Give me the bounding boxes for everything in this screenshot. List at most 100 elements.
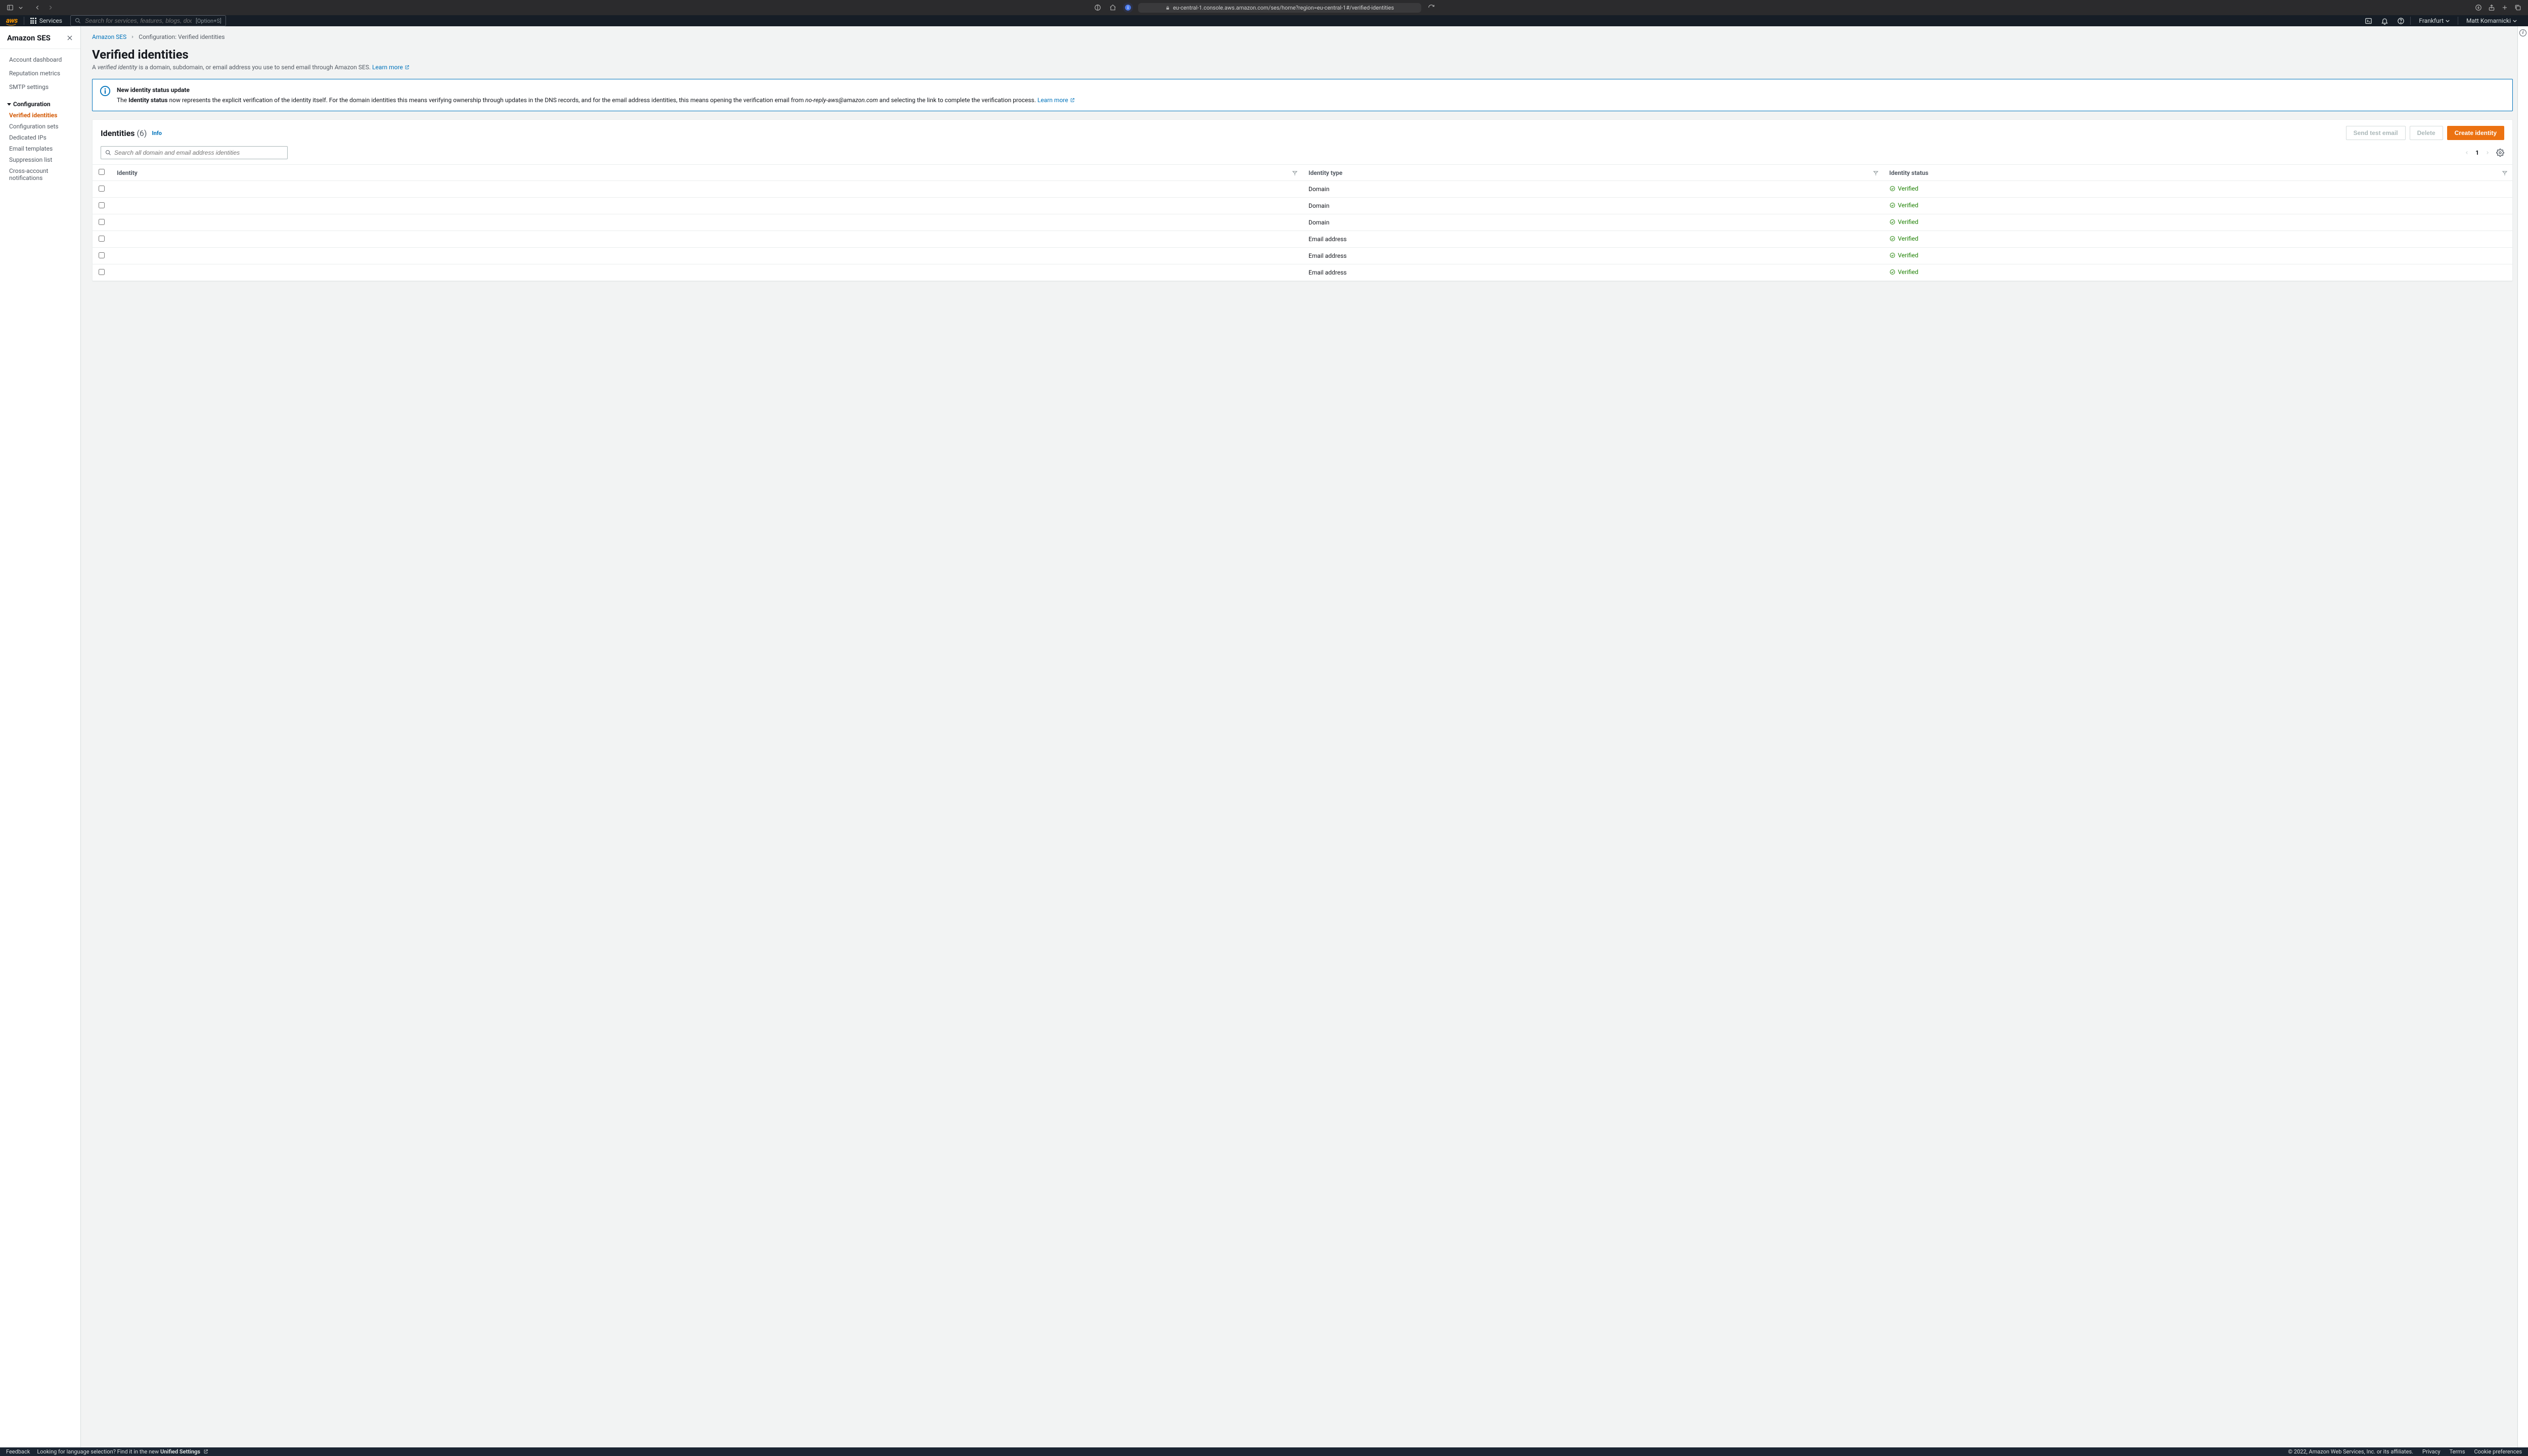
delete-button[interactable]: Delete: [2410, 126, 2443, 140]
check-circle-icon: [1889, 202, 1895, 208]
cell-identity-status: Verified: [1883, 231, 2512, 248]
global-search-input[interactable]: [85, 17, 192, 24]
tabs-icon[interactable]: [2513, 3, 2523, 13]
filter-icon: [2502, 170, 2507, 175]
sidenav-group-configuration[interactable]: Configuration: [0, 98, 80, 110]
url-bar[interactable]: eu-central-1.console.aws.amazon.com/ses/…: [1138, 3, 1421, 13]
grid-icon: [30, 18, 36, 24]
sidenav-item-verified-identities[interactable]: Verified identities: [0, 110, 80, 121]
cell-identity: [111, 181, 1302, 198]
unified-settings-link[interactable]: Unified Settings: [160, 1448, 208, 1455]
breadcrumb-root[interactable]: Amazon SES: [92, 33, 126, 40]
create-identity-button[interactable]: Create identity: [2447, 126, 2504, 140]
share-icon[interactable]: [2487, 3, 2497, 13]
help-panel-toggle[interactable]: i: [2519, 29, 2526, 36]
nav-forward-icon[interactable]: [46, 3, 56, 13]
sidenav-item-smtp-settings[interactable]: SMTP settings: [0, 80, 80, 94]
sidenav-item-suppression-list[interactable]: Suppression list: [0, 154, 80, 165]
select-all-checkbox[interactable]: [99, 169, 105, 175]
table-row[interactable]: DomainVerified: [93, 198, 2512, 214]
row-checkbox[interactable]: [99, 202, 105, 208]
card-count: (6): [137, 128, 147, 138]
table-row[interactable]: DomainVerified: [93, 214, 2512, 231]
table-row[interactable]: Email addressVerified: [93, 231, 2512, 248]
cell-identity-type: Domain: [1302, 181, 1883, 198]
notifications-icon[interactable]: [2378, 15, 2391, 26]
home-icon[interactable]: [1108, 3, 1118, 13]
account-menu[interactable]: Matt Komarnicki: [2461, 15, 2522, 26]
reload-icon[interactable]: [1426, 3, 1436, 13]
close-icon[interactable]: [66, 34, 73, 41]
pagination: 1: [2462, 148, 2504, 157]
help-icon[interactable]: [2394, 15, 2407, 26]
cell-identity-type: Email address: [1302, 248, 1883, 264]
new-tab-icon[interactable]: [2500, 3, 2510, 13]
table-search[interactable]: [101, 146, 288, 159]
table-search-input[interactable]: [114, 149, 283, 156]
footer: Feedback Looking for language selection?…: [0, 1447, 2528, 1456]
downloads-icon[interactable]: [2473, 3, 2484, 13]
card-title: Identities (6): [101, 128, 147, 138]
table-settings-button[interactable]: [2496, 149, 2504, 157]
table-row[interactable]: Email addressVerified: [93, 264, 2512, 281]
site-info-icon[interactable]: [1123, 3, 1133, 13]
cell-identity: [111, 231, 1302, 248]
sidenav-item-cross-account[interactable]: Cross-account notifications: [0, 165, 80, 184]
info-link[interactable]: Info: [152, 130, 162, 136]
banner-learn-more-link[interactable]: Learn more: [1037, 97, 1075, 104]
caret-down-icon: [7, 103, 11, 106]
learn-more-link[interactable]: Learn more: [372, 64, 410, 71]
send-test-email-button[interactable]: Send test email: [2346, 126, 2406, 140]
identities-table: Identity Identity type Identity status D…: [93, 164, 2512, 281]
sidenav-item-configuration-sets[interactable]: Configuration sets: [0, 121, 80, 132]
cookie-preferences-link[interactable]: Cookie preferences: [2474, 1448, 2522, 1455]
chevron-down-icon: [2513, 20, 2517, 22]
col-identity-type[interactable]: Identity type: [1302, 165, 1883, 181]
sidebar-toggle-icon[interactable]: [5, 3, 15, 13]
cell-identity-type: Domain: [1302, 214, 1883, 231]
page-next-icon[interactable]: [2483, 148, 2492, 157]
check-circle-icon: [1889, 219, 1895, 225]
col-select-all[interactable]: [93, 165, 111, 181]
cell-identity-type: Domain: [1302, 198, 1883, 214]
cell-identity-status: Verified: [1883, 214, 2512, 231]
external-link-icon: [203, 1449, 208, 1454]
sidenav-item-email-templates[interactable]: Email templates: [0, 143, 80, 154]
table-row[interactable]: DomainVerified: [93, 181, 2512, 198]
nav-back-icon[interactable]: [32, 3, 42, 13]
col-identity-status[interactable]: Identity status: [1883, 165, 2512, 181]
row-checkbox[interactable]: [99, 269, 105, 275]
cell-identity-status: Verified: [1883, 181, 2512, 198]
row-checkbox[interactable]: [99, 252, 105, 258]
aws-logo[interactable]: aws: [6, 17, 18, 25]
sidenav-item-account-dashboard[interactable]: Account dashboard: [0, 53, 80, 67]
services-menu-button[interactable]: Services: [30, 17, 62, 24]
sidenav-item-reputation-metrics[interactable]: Reputation metrics: [0, 67, 80, 80]
cell-identity-status: Verified: [1883, 198, 2512, 214]
check-circle-icon: [1889, 269, 1895, 275]
cloudshell-icon[interactable]: [2362, 15, 2375, 26]
row-checkbox[interactable]: [99, 236, 105, 242]
identities-card: Identities (6) Info Send test email Dele…: [92, 119, 2513, 281]
row-checkbox[interactable]: [99, 219, 105, 225]
url-text: eu-central-1.console.aws.amazon.com/ses/…: [1173, 5, 1394, 11]
browser-chrome: eu-central-1.console.aws.amazon.com/ses/…: [0, 0, 2528, 15]
privacy-link[interactable]: Privacy: [2422, 1448, 2441, 1455]
page-prev-icon[interactable]: [2462, 148, 2471, 157]
table-row[interactable]: Email addressVerified: [93, 248, 2512, 264]
search-shortcut: [Option+S]: [196, 18, 221, 24]
chevron-down-icon[interactable]: [18, 3, 23, 13]
chevron-right-icon: [130, 33, 134, 40]
footer-lang-prompt: Looking for language selection? Find it …: [37, 1448, 208, 1455]
row-checkbox[interactable]: [99, 186, 105, 192]
shield-icon[interactable]: [1093, 3, 1103, 13]
aws-top-nav: aws Services [Option+S] Frankfurt: [0, 15, 2528, 26]
terms-link[interactable]: Terms: [2450, 1448, 2465, 1455]
search-icon: [75, 18, 81, 24]
sidenav-item-dedicated-ips[interactable]: Dedicated IPs: [0, 132, 80, 143]
col-identity[interactable]: Identity: [111, 165, 1302, 181]
global-search[interactable]: [Option+S]: [70, 15, 226, 26]
check-circle-icon: [1889, 186, 1895, 192]
region-selector[interactable]: Frankfurt: [2414, 15, 2455, 26]
feedback-link[interactable]: Feedback: [6, 1448, 30, 1455]
